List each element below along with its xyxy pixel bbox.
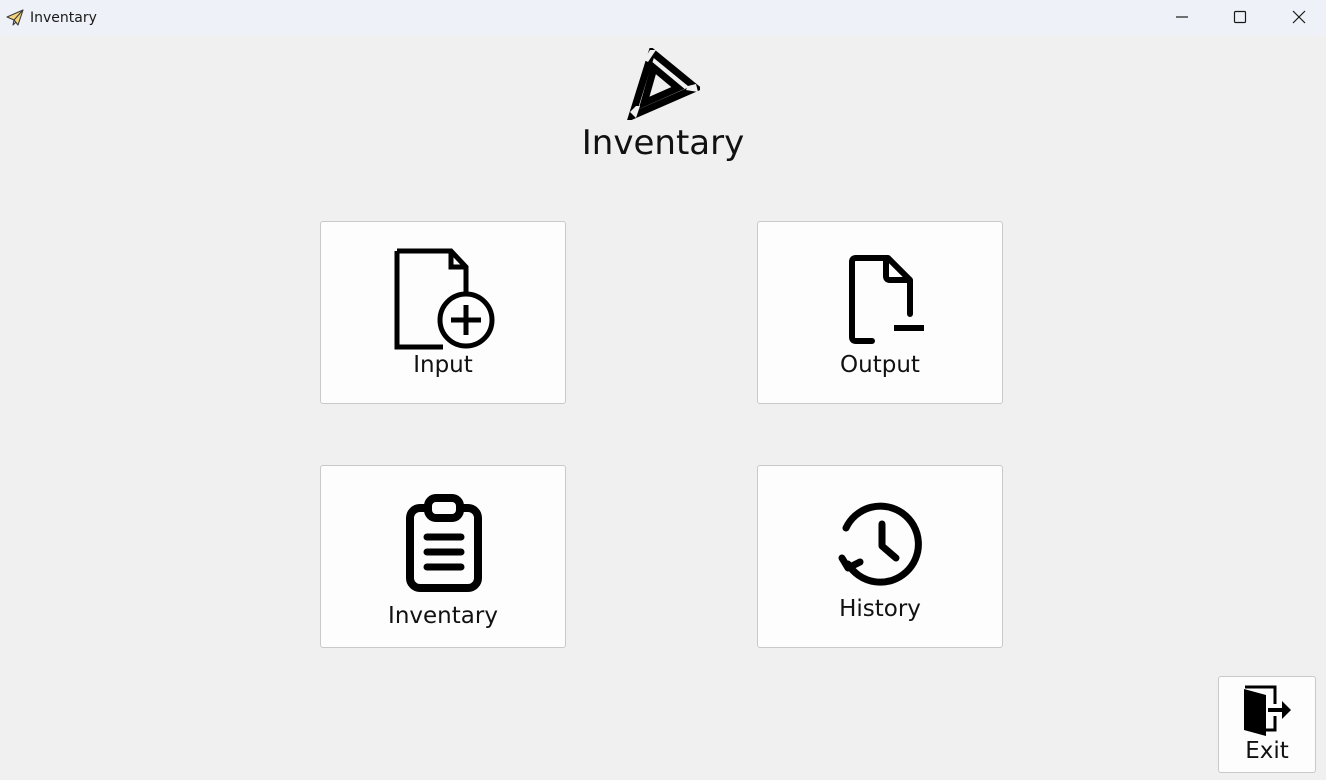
main-window: Inventary Inventary Input Output Inventa… — [0, 0, 1326, 780]
exit-door-icon — [1244, 685, 1291, 736]
maximize-button[interactable] — [1211, 0, 1269, 34]
history-button[interactable]: History — [757, 465, 1003, 648]
history-icon — [838, 502, 922, 586]
maximize-icon — [1233, 10, 1247, 24]
triangle-logo — [627, 48, 700, 120]
input-button[interactable]: Input — [320, 221, 566, 404]
document-remove-icon — [849, 255, 924, 344]
app-title: Inventary — [581, 123, 745, 163]
inventary-button[interactable]: Inventary — [320, 465, 566, 648]
title-bar: Inventary — [0, 0, 1326, 36]
inventary-button-label: Inventary — [388, 603, 498, 629]
clipboard-list-icon — [406, 494, 482, 592]
input-button-label: Input — [413, 352, 473, 378]
document-add-icon — [394, 248, 495, 350]
paper-plane-icon — [6, 9, 24, 26]
close-button[interactable] — [1270, 0, 1326, 34]
window-title: Inventary — [30, 10, 97, 26]
exit-button[interactable]: Exit — [1218, 676, 1316, 773]
exit-button-label: Exit — [1245, 738, 1289, 764]
minimize-icon — [1176, 16, 1188, 18]
output-button[interactable]: Output — [757, 221, 1003, 404]
minimize-button[interactable] — [1153, 0, 1211, 34]
close-icon — [1292, 10, 1306, 24]
output-button-label: Output — [840, 352, 920, 378]
history-button-label: History — [839, 596, 921, 622]
